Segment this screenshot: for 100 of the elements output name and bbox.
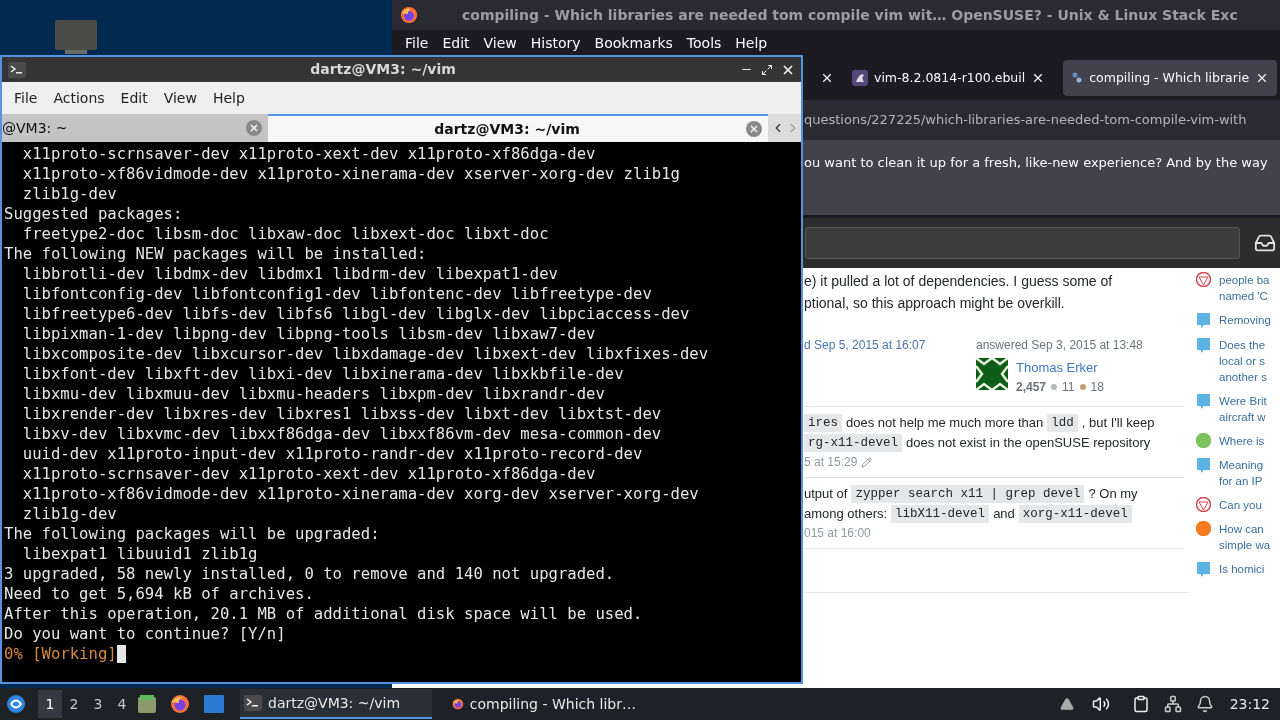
workspace-button[interactable]: 4 [110, 690, 134, 718]
fox-icon [170, 694, 190, 714]
terminal-line: 3 upgraded, 58 newly installed, 0 to remove and 140 not upgraded. [4, 564, 615, 584]
task-button[interactable]: dartz@VM3: ~/vim [240, 689, 432, 719]
menu-item[interactable]: Actions [45, 87, 113, 109]
question-link[interactable]: another s [1219, 369, 1267, 385]
terminal-tab[interactable]: @VM3: ~ [2, 114, 268, 142]
menu-item[interactable]: Edit [435, 32, 477, 54]
comment-date: 5 at 15:29 [804, 454, 858, 471]
question-link[interactable]: named 'C [1219, 288, 1270, 304]
reputation: 2,457 [1016, 378, 1047, 396]
speech-bubble-icon [1196, 337, 1211, 354]
answered-date: answered Sep 3, 2015 at 13:48 [976, 337, 1143, 354]
notification-text: ou want to clean it up for a fresh, like-new experience? And by the way [804, 155, 1268, 170]
terminal-tab[interactable]: dartz@VM3: ~/vim [268, 114, 768, 142]
workspace-button[interactable]: 1 [38, 690, 62, 718]
site-logo-icon [1196, 521, 1211, 536]
speech-bubble-icon [1196, 393, 1211, 410]
terminal-line: x11proto-xf86vidmode-dev x11proto-xinerama-dev xorg-dev xserver-xorg-dev [21, 484, 699, 504]
comment-text: , but I'll keep [1081, 414, 1155, 433]
site-logo-icon [1196, 497, 1211, 512]
terminal-line: Suggested packages: [4, 204, 183, 224]
maximize-icon[interactable] [761, 63, 773, 76]
question-link[interactable]: Does the [1219, 337, 1267, 353]
comment-text: utput of [804, 485, 848, 504]
network-icon[interactable] [1163, 695, 1182, 713]
question-link[interactable]: Can you [1219, 497, 1262, 513]
task-button[interactable]: compiling - Which libr… [448, 689, 640, 719]
comment-text: does not exist in the openSUSE repository [906, 434, 1151, 453]
menu-item[interactable]: Help [728, 32, 775, 54]
terminal-line: The following packages will be upgraded: [4, 524, 380, 544]
site-logo-icon [1196, 272, 1211, 287]
menu-item[interactable]: Tools [679, 32, 729, 54]
question-link[interactable]: for an IP [1219, 473, 1264, 489]
file-manager-icon[interactable] [138, 695, 156, 713]
notification-icon[interactable] [1195, 695, 1214, 713]
url-bar[interactable]: questions/227225/which-libraries-are-needed-tom-compile-vim-with [804, 102, 1280, 138]
close-icon[interactable] [820, 71, 834, 85]
inline-code: xorg-x11-devel [1018, 504, 1132, 524]
terminal-line: x11proto-scrnsaver-dev x11proto-xext-dev x11proto-xf86dga-dev [21, 464, 596, 484]
comment-date: 015 at 16:00 [804, 525, 871, 542]
question-link[interactable]: How can [1219, 521, 1271, 537]
terminal-line: libbrotli-dev libdmx-dev libdmx1 libdrm-dev libexpat1-dev [21, 264, 558, 284]
site-logo-icon [1196, 433, 1211, 448]
speech-bubble-icon [1196, 457, 1211, 474]
eject-icon[interactable] [1059, 697, 1074, 711]
question-link[interactable]: people ba [1219, 272, 1270, 288]
question-link[interactable]: Removing [1219, 312, 1271, 328]
speech-bubble-icon [1196, 312, 1211, 329]
menu-item[interactable]: Help [204, 87, 253, 109]
terminal-line: libfreetype6-dev libfs-dev libfs6 libgl-dev libglx-dev libpciaccess-dev [21, 304, 690, 324]
question-link[interactable]: Were Brit [1219, 393, 1267, 409]
browser-tab[interactable]: vim-8.2.0814-r100.ebuil [844, 60, 1054, 96]
clipboard-icon[interactable] [1131, 695, 1150, 713]
menu-item[interactable]: Bookmarks [587, 32, 680, 54]
monitor-icon[interactable] [55, 20, 97, 54]
inbox-icon[interactable] [1254, 232, 1276, 254]
answer-text: ptional, so this approach might be overkill. [804, 294, 1066, 313]
terminal-line: After this operation, 20.1 MB of additional disk space will be used. [4, 604, 643, 624]
menu-item[interactable]: View [476, 32, 524, 54]
comment-text: does not help me much more than [846, 414, 1044, 433]
terminal-line: libxfont-dev libxft-dev libxi-dev libxinerama-dev libxkbfile-dev [21, 364, 624, 384]
workspace-button[interactable]: 3 [86, 690, 110, 718]
badge-count: 18 [1090, 378, 1104, 396]
question-link[interactable]: Is homici [1219, 561, 1265, 577]
comment-text: among others: [804, 505, 888, 524]
tab-favicon-icon [1071, 71, 1084, 85]
clock[interactable]: 23:12 [1229, 693, 1270, 715]
edited-link[interactable]: d Sep 5, 2015 at 16:07 [804, 336, 976, 406]
avatar-icon[interactable] [976, 358, 1008, 390]
terminal-line: libexpat1 libuuid1 zlib1g [21, 544, 258, 564]
terminal-line: Need to get 5,694 kB of archives. [4, 584, 314, 604]
terminal-line: libfontconfig-dev libfontconfig1-dev libfontenc-dev libfreetype-dev [21, 284, 652, 304]
volume-icon[interactable] [1091, 695, 1110, 713]
question-link[interactable]: aircraft w [1219, 409, 1267, 425]
question-link[interactable]: local or s [1219, 353, 1267, 369]
start-menu-icon[interactable] [6, 694, 26, 714]
terminal-line: libpixman-1-dev libpng-dev libpng-tools libsm-dev libxaw7-dev [21, 324, 596, 344]
workspace-button[interactable]: 2 [62, 690, 86, 718]
fox-icon [400, 6, 418, 24]
pencil-icon [861, 456, 873, 468]
user-name-link[interactable]: Thomas Erker [1016, 358, 1104, 378]
menu-item[interactable]: Edit [112, 87, 156, 109]
question-link[interactable]: simple wa [1219, 537, 1271, 553]
terminal-line: 0% [Working] [4, 644, 117, 664]
terminal-line: Do you want to continue? [Y/n] [4, 624, 286, 644]
terminal-line: The following NEW packages will be installed: [4, 244, 427, 264]
menu-item[interactable]: File [6, 87, 46, 109]
speech-bubble-icon [1196, 561, 1211, 578]
terminal-line: freetype2-doc libsm-doc libxaw-doc libxext-doc libxt-doc [21, 224, 549, 244]
badge-count: 11 [1062, 378, 1075, 396]
browser-tab[interactable]: compiling - Which librarie [1063, 60, 1278, 96]
menu-item[interactable]: View [155, 87, 205, 109]
menu-item[interactable]: File [398, 32, 436, 54]
inline-code: rg-x11-devel [804, 433, 902, 453]
question-link[interactable]: Where is [1219, 433, 1265, 449]
menu-item[interactable]: History [523, 32, 588, 54]
question-link[interactable]: Meaning [1219, 457, 1264, 473]
inline-code: ldd [1047, 413, 1078, 433]
window-title: dartz@VM3: ~/vim [309, 60, 457, 79]
